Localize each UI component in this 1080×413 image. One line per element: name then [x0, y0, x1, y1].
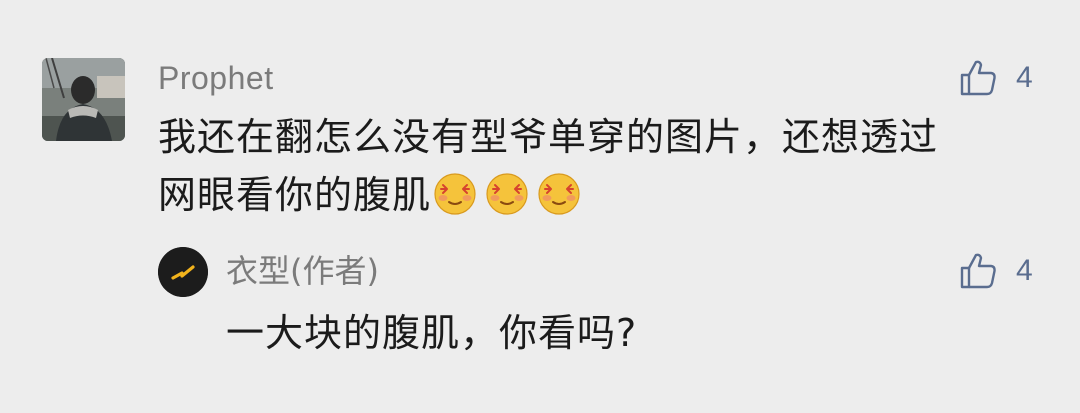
reply-body: 一大块的腹肌，你看吗? [226, 311, 638, 355]
thumbs-up-icon [960, 253, 996, 289]
heart-eyes-emoji [486, 173, 528, 215]
author-avatar[interactable] [158, 247, 208, 297]
comment-like-button[interactable]: 4 [958, 56, 1033, 100]
comment-thread: Prophet 4 我还在翻怎么没有型爷单穿的图片，还想透过 网眼看你的腹肌 衣… [0, 0, 1080, 413]
heart-eyes-emoji [538, 173, 580, 215]
reply-author-name[interactable]: 衣型(作者) [226, 249, 379, 293]
comment-text-line-2: 网眼看你的腹肌 [158, 173, 432, 217]
comment-username[interactable]: Prophet [158, 56, 274, 100]
comment-text-line-1: 我还在翻怎么没有型爷单穿的图片，还想透过 [158, 115, 939, 159]
comment-body: 我还在翻怎么没有型爷单穿的图片，还想透过 网眼看你的腹肌 [158, 108, 1038, 224]
reply-like-button[interactable]: 4 [958, 249, 1033, 293]
reply-like-count: 4 [1016, 254, 1033, 287]
user-avatar[interactable] [42, 58, 125, 141]
comment-like-count: 4 [1016, 61, 1033, 94]
brand-logo-icon [158, 247, 208, 297]
thumbs-up-icon [960, 60, 996, 96]
comment-text-line-2-wrap: 网眼看你的腹肌 [158, 166, 1038, 224]
heart-eyes-emoji [434, 173, 476, 215]
